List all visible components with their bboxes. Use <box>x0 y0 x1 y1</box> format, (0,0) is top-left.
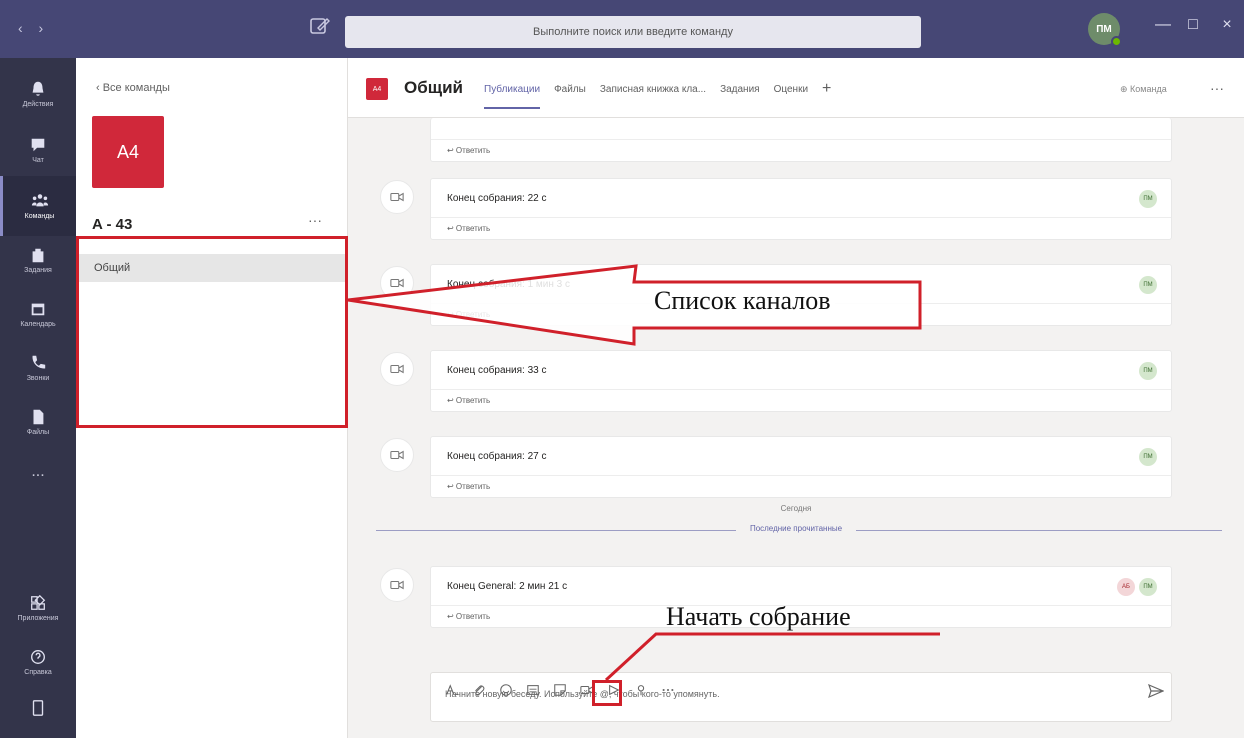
rail-item-apps[interactable]: Приложения <box>0 578 76 638</box>
rail-label: Звонки <box>26 375 50 382</box>
rail-label: Календарь <box>20 321 56 328</box>
last-read-text: Последние прочитанные <box>735 524 857 533</box>
praise-icon[interactable] <box>633 682 649 698</box>
history-nav-arrows[interactable]: ‹ › <box>18 20 49 36</box>
title-bar: ‹ › Выполните поиск или введите команду … <box>0 0 1244 58</box>
post-card: Конец собрания: 33 с ПМ ↩ Ответить <box>430 350 1172 412</box>
channel-tabs: Публикации Файлы Записная книжка кла... … <box>484 80 831 109</box>
bell-icon <box>29 80 47 98</box>
post-card: Конец собрания: 22 с ПМ ↩ Ответить <box>430 178 1172 240</box>
rail-label: Задания <box>24 267 52 274</box>
rail-label: Чат <box>32 157 44 164</box>
all-teams-link[interactable]: ‹ Все команды <box>96 82 170 94</box>
post-title: Конец собрания: 27 с <box>447 451 547 462</box>
post-card: Конец собрания: 27 с ПМ ↩ Ответить <box>430 436 1172 498</box>
reply-link[interactable]: ↩ Ответить <box>431 139 1171 161</box>
tab-posts[interactable]: Публикации <box>484 84 541 109</box>
last-read-marker: Последние прочитанные <box>348 524 1244 533</box>
rail-label: Приложения <box>17 615 59 622</box>
rail-label: Действия <box>22 101 54 108</box>
rail-item-more[interactable]: ... <box>0 442 76 502</box>
participant-avatar[interactable]: ПМ <box>1139 362 1157 380</box>
help-icon <box>29 648 47 666</box>
maximize-button[interactable]: □ <box>1180 16 1206 34</box>
team-name: A - 43 <box>92 216 133 233</box>
participant-avatar[interactable]: ПМ <box>1139 276 1157 294</box>
meet-now-annotation-label: Начать собрание <box>666 602 851 631</box>
tab-grades[interactable]: Оценки <box>774 84 808 109</box>
add-tab-button[interactable]: + <box>822 80 831 109</box>
rail-item-device[interactable] <box>0 684 76 734</box>
compose-toolbar <box>444 682 676 698</box>
team-avatar: A4 <box>92 116 164 188</box>
device-icon <box>29 699 47 717</box>
more-icon: ... <box>31 463 45 480</box>
rail-item-calls[interactable]: Звонки <box>0 338 76 398</box>
team-button[interactable]: ⊕ Команда <box>1120 84 1167 95</box>
assignments-icon <box>29 246 47 264</box>
participant-avatar[interactable]: ПМ <box>1139 578 1157 596</box>
calendar-icon <box>29 300 47 318</box>
gif-icon[interactable] <box>525 682 541 698</box>
close-button[interactable]: × <box>1214 16 1240 34</box>
rail-item-assignments[interactable]: Задания <box>0 230 76 290</box>
participant-avatar[interactable]: АБ <box>1117 578 1135 596</box>
channel-team-avatar: A4 <box>366 78 388 100</box>
team-more-button[interactable]: ··· <box>308 212 322 228</box>
format-icon[interactable] <box>444 682 460 698</box>
tab-class-notebook[interactable]: Записная книжка кла... <box>600 84 706 109</box>
sticker-icon[interactable] <box>552 682 568 698</box>
new-chat-icon[interactable] <box>308 14 334 40</box>
meeting-icon <box>380 438 414 472</box>
reply-link[interactable]: ↩ Ответить <box>431 475 1171 497</box>
rail-item-help[interactable]: Справка <box>0 632 76 692</box>
post-title: Конец собрания: 33 с <box>447 365 547 376</box>
meeting-icon <box>380 180 414 214</box>
meeting-icon <box>380 568 414 602</box>
participant-avatar[interactable]: ПМ <box>1139 448 1157 466</box>
rail-label: Справка <box>24 669 52 676</box>
phone-icon <box>29 354 47 372</box>
chat-icon <box>29 136 47 154</box>
rail-label: Команды <box>24 213 55 220</box>
reply-link[interactable]: ↩ Ответить <box>431 217 1171 239</box>
channel-header: A4 Общий Публикации Файлы Записная книжк… <box>348 58 1244 118</box>
meet-now-highlight-box <box>592 680 622 706</box>
post-title: Конец General: 2 мин 21 с <box>447 581 568 592</box>
apps-icon <box>29 594 47 612</box>
channel-main: A4 Общий Публикации Файлы Записная книжк… <box>348 58 1244 738</box>
rail-item-teams[interactable]: Команды <box>0 176 76 236</box>
post-card: ↩ Ответить <box>430 118 1172 162</box>
user-avatar[interactable]: ПМ <box>1088 13 1122 47</box>
reply-link[interactable]: ↩ Ответить <box>431 389 1171 411</box>
search-command-box[interactable]: Выполните поиск или введите команду <box>345 16 921 48</box>
tab-assignments[interactable]: Задания <box>720 84 760 109</box>
rail-item-activity[interactable]: Действия <box>0 64 76 124</box>
emoji-icon[interactable] <box>498 682 514 698</box>
day-separator: Сегодня <box>780 504 812 513</box>
rail-label: Файлы <box>26 429 50 436</box>
participant-avatar[interactable]: ПМ <box>1139 190 1157 208</box>
rail-item-calendar[interactable]: Календарь <box>0 284 76 344</box>
attach-icon[interactable] <box>471 682 487 698</box>
meeting-icon <box>380 266 414 300</box>
header-more-button[interactable]: ··· <box>1210 80 1224 96</box>
app-rail: Действия Чат Команды Задания Календарь З… <box>0 58 76 738</box>
channel-title: Общий <box>404 78 463 97</box>
post-title: Конец собрания: 1 мин 3 с <box>447 279 571 290</box>
channels-highlight-box <box>76 236 348 428</box>
teams-icon <box>31 192 49 210</box>
meeting-icon <box>380 352 414 386</box>
rail-item-chat[interactable]: Чат <box>0 120 76 180</box>
more-options-icon[interactable] <box>660 682 676 698</box>
presence-status-icon <box>1111 36 1122 47</box>
send-icon[interactable] <box>1148 683 1165 699</box>
channels-annotation-label: Список каналов <box>650 286 835 316</box>
files-icon <box>29 408 47 426</box>
minimize-button[interactable]: — <box>1150 16 1176 34</box>
tab-files[interactable]: Файлы <box>554 84 586 109</box>
post-title: Конец собрания: 22 с <box>447 193 547 204</box>
user-initials: ПМ <box>1096 23 1112 35</box>
